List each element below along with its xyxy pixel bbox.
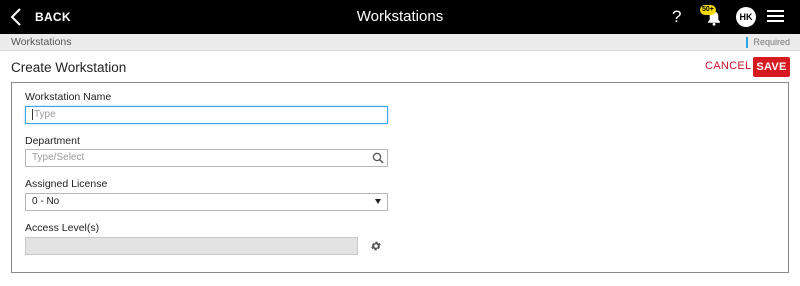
cancel-button[interactable]: CANCEL <box>705 60 751 72</box>
workstation-form: Workstation Name Type Department Type/Se… <box>11 82 789 273</box>
user-avatar[interactable]: HK <box>736 7 756 27</box>
chevron-left-icon <box>10 8 21 26</box>
dropdown-arrow-icon <box>375 199 381 204</box>
breadcrumb-item[interactable]: Workstations <box>11 34 72 51</box>
assigned-license-value: 0 - No <box>32 196 60 207</box>
workstation-name-placeholder: Type <box>34 109 56 120</box>
back-label: BACK <box>35 10 71 24</box>
assigned-license-select[interactable]: 0 - No <box>25 193 388 211</box>
breadcrumb: Workstations Required <box>0 34 800 51</box>
assigned-license-label: Assigned License <box>25 178 108 190</box>
text-caret <box>32 108 33 120</box>
help-button[interactable]: ? <box>672 0 681 34</box>
access-levels-field <box>25 237 358 255</box>
gear-icon[interactable] <box>370 240 382 252</box>
workstation-name-label: Workstation Name <box>25 91 112 103</box>
department-placeholder: Type/Select <box>32 152 85 163</box>
save-button[interactable]: SAVE <box>753 57 790 77</box>
page-title: Create Workstation <box>11 60 127 75</box>
access-levels-label: Access Level(s) <box>25 222 100 234</box>
hamburger-menu-icon[interactable] <box>767 10 785 24</box>
workstation-name-input[interactable]: Type <box>25 106 388 124</box>
top-bar: BACK Workstations ? 50+ HK <box>0 0 800 34</box>
notifications-button[interactable]: 50+ <box>700 5 726 29</box>
department-label: Department <box>25 135 80 147</box>
required-legend: Required <box>746 37 790 48</box>
notification-badge: 50+ <box>700 5 716 15</box>
department-input[interactable]: Type/Select <box>25 149 388 167</box>
search-icon[interactable] <box>372 152 384 164</box>
back-button[interactable]: BACK <box>10 0 71 34</box>
